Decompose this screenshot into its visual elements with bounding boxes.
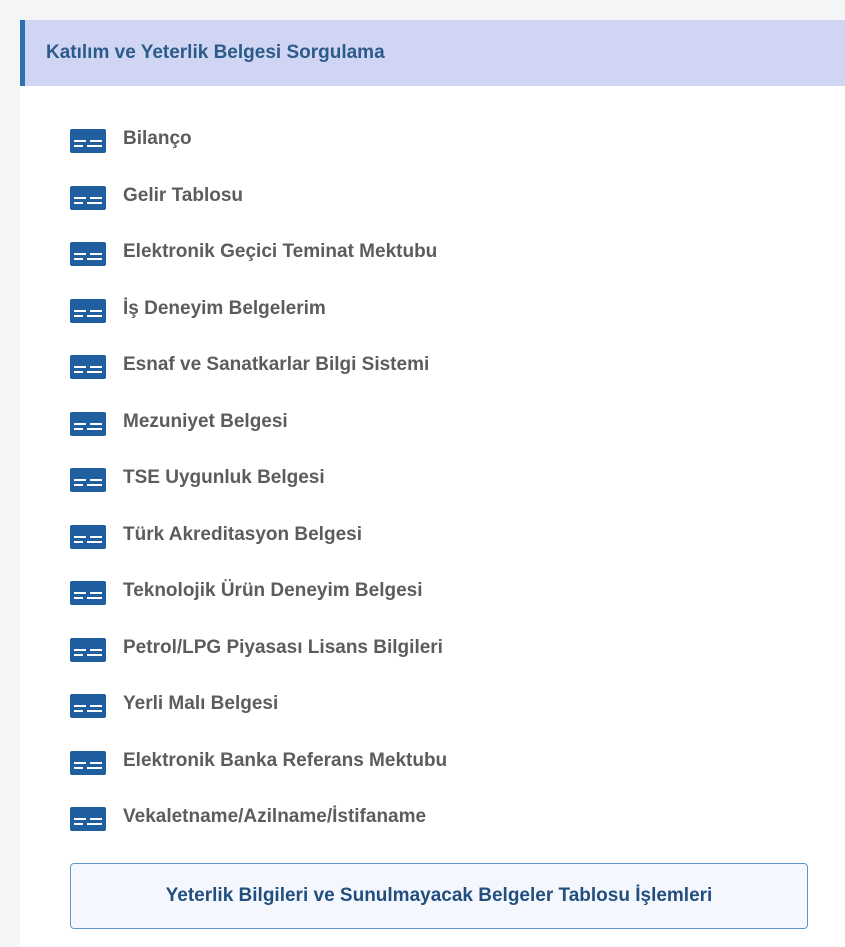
menu-item-label: Vekaletname/Azilname/İstifaname: [123, 806, 427, 827]
document-card-icon: [70, 694, 106, 718]
document-card-icon: [70, 750, 106, 775]
document-card-icon: [70, 411, 106, 436]
menu-item-turk-akreditasyon[interactable]: Türk Akreditasyon Belgesi: [70, 522, 447, 579]
document-card-icon: [70, 468, 106, 492]
menu-item-label: Elektronik Banka Referans Mektubu: [123, 749, 448, 771]
query-panel: Katılım ve Yeterlik Belgesi Sorgulama Bi…: [20, 20, 845, 947]
menu-item-label: Petrol/LPG Piyasası Lisans Bilgileri: [123, 636, 443, 658]
menu-item-label: Esnaf ve Sanatkarlar Bilgi Sistemi: [123, 354, 430, 375]
menu-item-label: İş Deneyim Belgelerim: [123, 297, 326, 319]
menu-item-label: Mezuniyet Belgesi: [123, 410, 288, 432]
document-card-icon: [70, 129, 106, 153]
menu-item-petrol-lpg[interactable]: Petrol/LPG Piyasası Lisans Bilgileri: [70, 635, 447, 692]
menu-item-banka-referans[interactable]: Elektronik Banka Referans Mektubu: [70, 748, 447, 805]
document-card-icon: [70, 581, 106, 605]
menu-item-mezuniyet[interactable]: Mezuniyet Belgesi: [70, 409, 447, 466]
panel-header: Katılım ve Yeterlik Belgesi Sorgulama: [20, 20, 845, 86]
menu-item-esnaf-sanatkar[interactable]: Esnaf ve Sanatkarlar Bilgi Sistemi: [70, 352, 447, 409]
yeterlik-tablosu-button-label: Yeterlik Bilgileri ve Sunulmayacak Belge…: [165, 885, 713, 906]
menu-item-label: Gelir Tablosu: [123, 184, 244, 206]
document-card-icon: [70, 637, 106, 662]
menu-item-gelir-tablosu[interactable]: Gelir Tablosu: [70, 183, 447, 240]
menu-item-label: Teknolojik Ürün Deneyim Belgesi: [123, 580, 423, 601]
menu-item-label: TSE Uygunluk Belgesi: [123, 467, 325, 488]
yeterlik-tablosu-button[interactable]: Yeterlik Bilgileri ve Sunulmayacak Belge…: [70, 863, 808, 929]
document-card-icon: [70, 298, 106, 323]
menu-item-is-deneyim[interactable]: İş Deneyim Belgelerim: [70, 296, 447, 353]
menu-item-teminat-mektubu[interactable]: Elektronik Geçici Teminat Mektubu: [70, 239, 447, 296]
document-card-icon: [70, 524, 106, 549]
document-card-icon: [70, 242, 106, 266]
menu-item-yerli-mali[interactable]: Yerli Malı Belgesi: [70, 691, 447, 748]
menu-item-teknolojik-urun[interactable]: Teknolojik Ürün Deneyim Belgesi: [70, 578, 447, 635]
document-card-icon: [70, 355, 106, 379]
panel-title: Katılım ve Yeterlik Belgesi Sorgulama: [46, 42, 385, 63]
menu-item-tse-uygunluk[interactable]: TSE Uygunluk Belgesi: [70, 465, 447, 522]
menu-item-bilanco[interactable]: Bilanço: [70, 126, 447, 183]
document-menu: Bilanço Gelir Tablosu Elektronik Geçici …: [70, 126, 447, 861]
menu-item-label: Türk Akreditasyon Belgesi: [123, 523, 362, 545]
document-card-icon: [70, 807, 106, 831]
menu-item-label: Yerli Malı Belgesi: [123, 693, 279, 714]
menu-item-vekaletname[interactable]: Vekaletname/Azilname/İstifaname: [70, 804, 447, 861]
menu-item-label: Bilanço: [123, 128, 192, 149]
menu-item-label: Elektronik Geçici Teminat Mektubu: [123, 241, 438, 262]
document-card-icon: [70, 185, 106, 210]
